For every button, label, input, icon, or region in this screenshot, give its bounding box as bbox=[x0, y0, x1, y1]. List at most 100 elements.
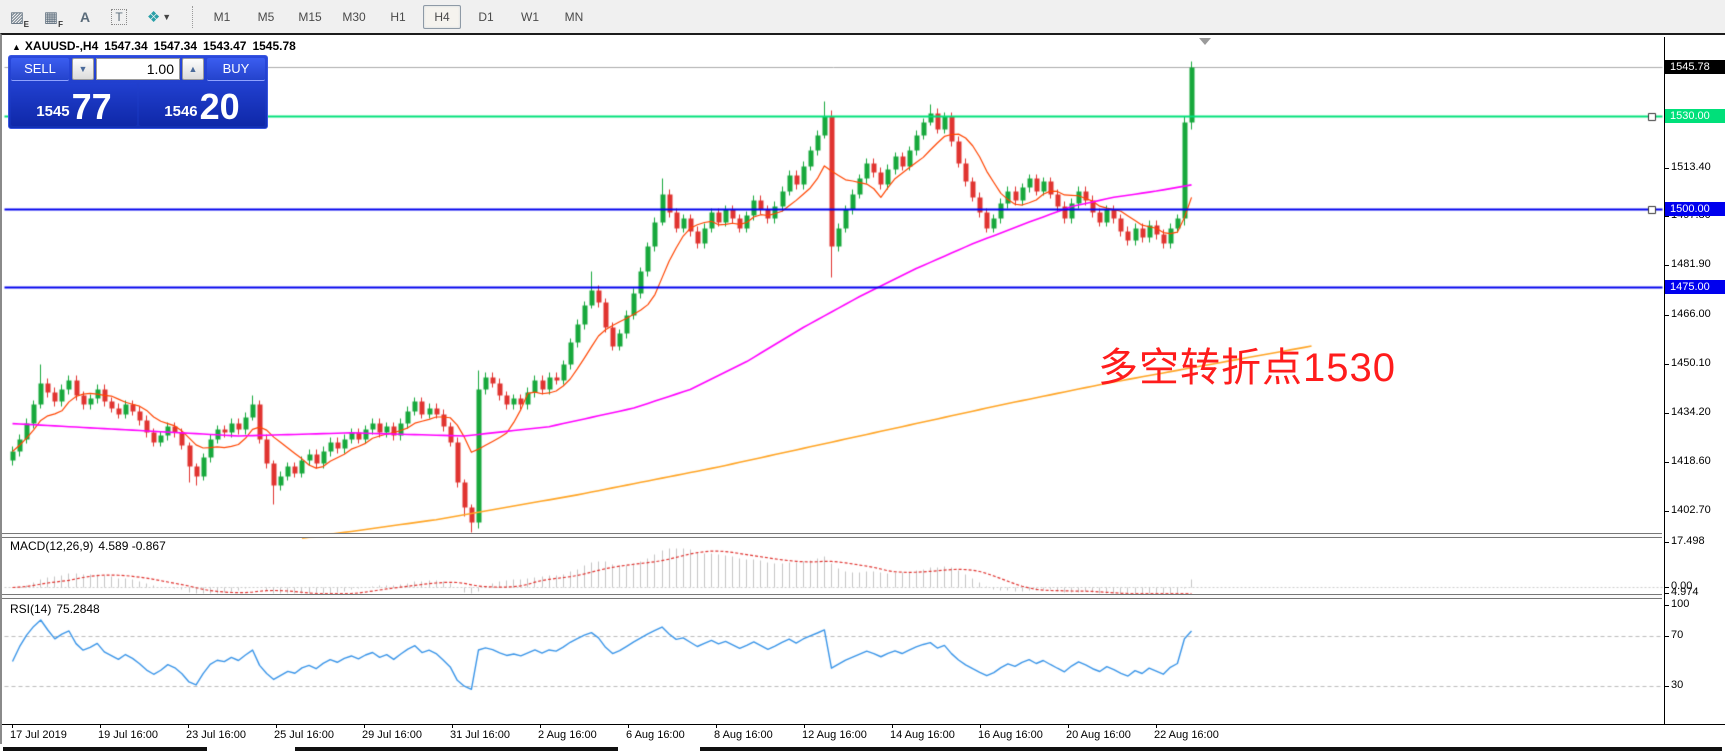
time-tick bbox=[1068, 725, 1069, 728]
axis-tick bbox=[1665, 636, 1669, 637]
timeframe-buttons: M1M5M15M30H1H4D1W1MN bbox=[200, 5, 596, 29]
text-label-icon[interactable]: A bbox=[70, 4, 100, 30]
ohlc-low: 1543.47 bbox=[203, 39, 246, 53]
sell-price-display[interactable]: 1545 77 bbox=[11, 83, 137, 126]
volume-input[interactable]: 1.00 bbox=[96, 58, 180, 80]
date-label: 8 Aug 16:00 bbox=[714, 729, 773, 741]
time-tick bbox=[188, 725, 189, 728]
axis-tick bbox=[1665, 542, 1669, 543]
timeframe-h4-button[interactable]: H4 bbox=[423, 5, 461, 29]
time-tick bbox=[716, 725, 717, 728]
price-chart-canvas[interactable] bbox=[2, 35, 1725, 746]
rsi-axis-30-label: 30 bbox=[1671, 679, 1683, 691]
sell-button[interactable]: SELL bbox=[11, 58, 69, 81]
axis-tick bbox=[1665, 265, 1669, 266]
axis-tick bbox=[1665, 605, 1669, 606]
time-tick bbox=[452, 725, 453, 728]
price-annotation-text[interactable]: 多空转折点1530 bbox=[1098, 335, 1396, 393]
macd-axis-current-label: 4.974 bbox=[1671, 586, 1699, 598]
price-axis[interactable]: 1545.78 1530.00 1500.00 1475.00 1513.40 1… bbox=[1665, 35, 1725, 725]
buy-button[interactable]: BUY bbox=[207, 58, 265, 81]
time-tick bbox=[12, 725, 13, 728]
price-tick-label: 1513.40 bbox=[1671, 161, 1711, 173]
date-label: 29 Jul 16:00 bbox=[362, 729, 422, 741]
time-tick bbox=[540, 725, 541, 728]
grid-f-sub: F bbox=[58, 20, 63, 29]
mt4-terminal: ▨ E ▦ F A T ❖ ▼ M1M5M15M30H1H4D1W1MN ▲ XA… bbox=[0, 0, 1725, 751]
date-label: 31 Jul 16:00 bbox=[450, 729, 510, 741]
rsi-axis-70-label: 70 bbox=[1671, 629, 1683, 641]
axis-tick bbox=[1665, 462, 1669, 463]
hline-1500-badge: 1500.00 bbox=[1665, 202, 1725, 216]
text-box-glyph: T bbox=[111, 9, 126, 25]
timeframe-d1-button[interactable]: D1 bbox=[467, 5, 505, 29]
timeframe-m1-button[interactable]: M1 bbox=[203, 5, 241, 29]
timeframe-w1-button[interactable]: W1 bbox=[511, 5, 549, 29]
timeframe-m15-button[interactable]: M15 bbox=[291, 5, 329, 29]
chart-window: ▲XAUUSD-,H41547.341547.341543.471545.78 … bbox=[0, 33, 1725, 746]
timeframe-mn-button[interactable]: MN bbox=[555, 5, 593, 29]
time-axis[interactable]: 17 Jul 201919 Jul 16:0023 Jul 16:0025 Ju… bbox=[2, 724, 1725, 747]
trade-panel-top-row: SELL ▼ 1.00 ▲ BUY bbox=[9, 56, 267, 82]
time-tick bbox=[276, 725, 277, 728]
indicators-e-sub: E bbox=[24, 20, 29, 29]
arrow-styles-icon[interactable]: ❖ ▼ bbox=[138, 4, 180, 30]
time-tick bbox=[100, 725, 101, 728]
timeframe-m5-button[interactable]: M5 bbox=[247, 5, 285, 29]
time-tick bbox=[628, 725, 629, 728]
price-tick-label: 1481.90 bbox=[1671, 258, 1711, 270]
macd-axis-top-label: 17.498 bbox=[1671, 535, 1705, 547]
date-label: 6 Aug 16:00 bbox=[626, 729, 685, 741]
toolbar: ▨ E ▦ F A T ❖ ▼ M1M5M15M30H1H4D1W1MN bbox=[0, 0, 1725, 34]
rsi-axis-100-label: 100 bbox=[1671, 598, 1689, 610]
date-label: 23 Jul 16:00 bbox=[186, 729, 246, 741]
time-tick bbox=[892, 725, 893, 728]
indicators-e-glyph: ▨ bbox=[10, 8, 24, 26]
timeframe-m30-button[interactable]: M30 bbox=[335, 5, 373, 29]
current-price-badge: 1545.78 bbox=[1665, 60, 1725, 74]
time-tick bbox=[364, 725, 365, 728]
date-label: 2 Aug 16:00 bbox=[538, 729, 597, 741]
hline-1475-badge: 1475.00 bbox=[1665, 280, 1725, 294]
ohlc-close: 1545.78 bbox=[252, 39, 295, 53]
macd-pane-separator[interactable] bbox=[2, 533, 1662, 538]
timeframe-h1-button[interactable]: H1 bbox=[379, 5, 417, 29]
chart-shift-marker-icon[interactable] bbox=[1199, 38, 1211, 45]
buy-price-main: 1546 bbox=[164, 103, 197, 120]
price-tick-label: 1434.20 bbox=[1671, 406, 1711, 418]
grid-f-glyph: ▦ bbox=[44, 8, 58, 26]
date-label: 12 Aug 16:00 bbox=[802, 729, 867, 741]
price-tick-label: 1418.60 bbox=[1671, 455, 1711, 467]
ohlc-high: 1547.34 bbox=[154, 39, 197, 53]
axis-tick bbox=[1665, 587, 1669, 588]
rsi-pane-separator[interactable] bbox=[2, 594, 1662, 599]
macd-label: MACD(12,26,9)4.589 -0.867 bbox=[10, 539, 171, 553]
date-label: 16 Aug 16:00 bbox=[978, 729, 1043, 741]
symbol-period: XAUUSD-,H4 bbox=[25, 39, 98, 53]
panel-collapse-arrow-icon[interactable]: ▲ bbox=[12, 42, 21, 52]
text-label-glyph: A bbox=[80, 9, 90, 25]
time-tick bbox=[980, 725, 981, 728]
buy-price-display[interactable]: 1546 20 bbox=[139, 83, 265, 126]
axis-tick bbox=[1665, 511, 1669, 512]
time-tick bbox=[804, 725, 805, 728]
chart-title: ▲XAUUSD-,H41547.341547.341543.471545.78 bbox=[12, 39, 302, 53]
date-label: 20 Aug 16:00 bbox=[1066, 729, 1131, 741]
indicators-e-icon[interactable]: ▨ E bbox=[2, 4, 32, 30]
volume-increase-button[interactable]: ▲ bbox=[182, 58, 204, 80]
buy-price-pips: 20 bbox=[200, 88, 240, 126]
price-tick-label: 1466.00 bbox=[1671, 308, 1711, 320]
sell-price-pips: 77 bbox=[72, 88, 112, 126]
date-label: 22 Aug 16:00 bbox=[1154, 729, 1219, 741]
date-label: 25 Jul 16:00 bbox=[274, 729, 334, 741]
grid-f-icon[interactable]: ▦ F bbox=[36, 4, 66, 30]
axis-tick bbox=[1665, 593, 1669, 594]
dropdown-caret-icon: ▼ bbox=[162, 12, 171, 22]
rsi-name: RSI(14) bbox=[10, 602, 51, 616]
volume-decrease-button[interactable]: ▼ bbox=[72, 58, 94, 80]
date-label: 17 Jul 2019 bbox=[10, 729, 67, 741]
text-box-icon[interactable]: T bbox=[104, 4, 134, 30]
hline-1530-badge: 1530.00 bbox=[1665, 109, 1725, 123]
one-click-trade-panel: SELL ▼ 1.00 ▲ BUY 1545 77 1546 20 bbox=[8, 55, 268, 129]
arrow-styles-glyph: ❖ bbox=[147, 8, 160, 26]
